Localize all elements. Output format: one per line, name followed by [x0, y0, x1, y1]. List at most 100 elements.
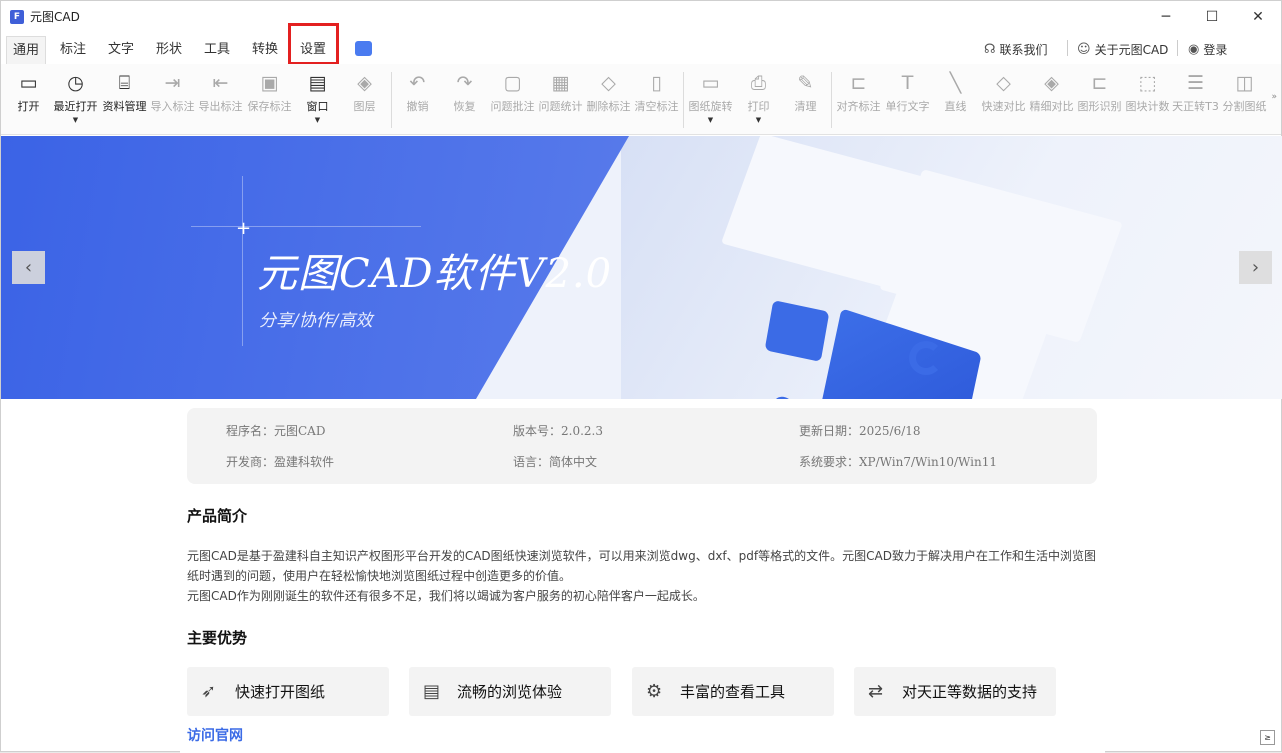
window-title: 元图CAD — [30, 10, 80, 24]
layers-label: 图层 — [353, 100, 376, 113]
rotate-drawing-button[interactable]: ▭ 图纸旋转 ▼ — [687, 68, 734, 132]
version-number: 版本号：2.0.2.3 — [513, 424, 603, 438]
menu-bar: 通用 标注 文字 形状 工具 转换 设置 ☊ 联系我们 ☺ 关于元图CAD ◉ … — [1, 23, 1281, 65]
tab-text[interactable]: 文字 — [101, 36, 141, 64]
line-button[interactable]: ╲ 直线 — [932, 68, 979, 132]
comment-icon: ▢ — [503, 72, 522, 94]
eraser-icon: ◇ — [601, 72, 616, 94]
tangent-convert-label: 天正转T3 — [1172, 100, 1219, 113]
quick-compare-button[interactable]: ◇ 快速对比 — [980, 68, 1027, 132]
quick-compare-label: 快速对比 — [981, 100, 1026, 113]
window-label: 窗口 — [306, 100, 329, 113]
tab-convert[interactable]: 转换 — [245, 36, 285, 64]
library-button[interactable]: ⌸ 资料管理 — [101, 68, 148, 132]
single-line-text-label: 单行文字 — [885, 100, 930, 113]
text-icon: T — [901, 72, 914, 94]
export-annotation-button[interactable]: ⇤ 导出标注 — [197, 68, 244, 132]
undo-button[interactable]: ↶ 撤销 — [394, 68, 441, 132]
issue-comment-button[interactable]: ▢ 问题批注 — [489, 68, 536, 132]
shape-recognition-button[interactable]: ⊏ 图形识别 — [1076, 68, 1123, 132]
clean-label: 清理 — [794, 100, 817, 113]
dropdown-arrow-icon[interactable]: ▼ — [52, 116, 99, 124]
redo-icon: ↷ — [456, 72, 473, 94]
program-name: 程序名：元图CAD — [226, 424, 326, 438]
login-link[interactable]: ◉ 登录 — [1188, 36, 1227, 62]
close-button[interactable]: ✕ — [1235, 1, 1281, 32]
dropdown-arrow-icon[interactable]: ▼ — [687, 116, 734, 124]
feature-card: ▤ 流畅的浏览体验 — [409, 667, 611, 716]
print-button[interactable]: ⎙ 打印 ▼ — [735, 68, 782, 132]
line-label: 直线 — [944, 100, 967, 113]
fine-compare-icon: ◈ — [1044, 72, 1059, 94]
contact-us-link[interactable]: ☊ 联系我们 — [984, 36, 1048, 62]
advantages-heading: 主要优势 — [187, 629, 248, 647]
info-box: 程序名：元图CAD 版本号：2.0.2.3 更新日期：2025/6/18 开发商… — [187, 408, 1097, 484]
headset-icon: ☊ — [984, 41, 996, 57]
feature-label: 快速打开图纸 — [235, 683, 326, 701]
banner-carousel: CAD + 元图CAD软件V2.0 分享/协作/高效 ‹ › — [1, 136, 1282, 399]
clean-button[interactable]: ✎ 清理 — [782, 68, 829, 132]
single-line-text-button[interactable]: T 单行文字 — [884, 68, 931, 132]
tangent-convert-button[interactable]: ☰ 天正转T3 — [1172, 68, 1219, 132]
maximize-button[interactable]: ☐ — [1189, 1, 1235, 32]
console-button[interactable]: ≥ — [1260, 730, 1275, 745]
import-icon: ⇥ — [164, 72, 181, 94]
undo-icon: ↶ — [409, 72, 426, 94]
redo-button[interactable]: ↷ 恢复 — [441, 68, 488, 132]
split-drawing-button[interactable]: ◫ 分割图纸 — [1221, 68, 1268, 132]
banner-prev-button[interactable]: ‹ — [12, 251, 45, 284]
undo-label: 撤销 — [406, 100, 429, 113]
toolbar: ▭ 打开 ◷ 最近打开 ▼ ⌸ 资料管理 ⇥ 导入标注 ⇤ 导出标注 ▣ 保存标… — [1, 64, 1281, 135]
layers-button[interactable]: ◈ 图层 — [341, 68, 388, 132]
redo-label: 恢复 — [453, 100, 476, 113]
align-annotation-button[interactable]: ⊏ 对齐标注 — [835, 68, 882, 132]
banner-next-button[interactable]: › — [1239, 251, 1272, 284]
minimize-button[interactable]: ─ — [1143, 1, 1189, 32]
dropdown-arrow-icon[interactable]: ▼ — [735, 116, 782, 124]
convert-icon: ☰ — [1186, 72, 1205, 94]
user-icon: ◉ — [1188, 41, 1200, 57]
toolbar-more-icon[interactable]: » — [1271, 92, 1277, 102]
save-annotation-button[interactable]: ▣ 保存标注 — [246, 68, 293, 132]
divider — [1177, 40, 1178, 56]
recent-button[interactable]: ◷ 最近打开 ▼ — [52, 68, 99, 132]
document-icon: ▤ — [423, 681, 441, 702]
recent-icon: ◷ — [67, 72, 84, 94]
window-button[interactable]: ▤ 窗口 ▼ — [294, 68, 341, 132]
issue-stats-button[interactable]: ▦ 问题统计 — [537, 68, 584, 132]
shape-recognition-label: 图形识别 — [1077, 100, 1122, 113]
about-link[interactable]: ☺ 关于元图CAD — [1077, 36, 1168, 62]
rotate-label: 图纸旋转 — [688, 100, 733, 113]
feature-label: 丰富的查看工具 — [680, 683, 786, 701]
about-label: 关于元图CAD — [1094, 42, 1169, 57]
block-count-button[interactable]: ⬚ 图块计数 — [1124, 68, 1171, 132]
tab-general[interactable]: 通用 — [6, 36, 46, 64]
settings-tab-highlight — [288, 23, 339, 65]
feature-label: 流畅的浏览体验 — [457, 683, 563, 701]
clear-annotation-label: 清空标注 — [634, 100, 679, 113]
system-requirements: 系统要求：XP/Win7/Win10/Win11 — [799, 455, 997, 469]
line-icon: ╲ — [949, 72, 962, 94]
align-icon: ⊏ — [850, 72, 867, 94]
fine-compare-button[interactable]: ◈ 精细对比 — [1028, 68, 1075, 132]
language: 语言：简体中文 — [513, 455, 598, 469]
tab-shape[interactable]: 形状 — [149, 36, 189, 64]
tools-icon: ⚙ — [646, 681, 663, 702]
align-label: 对齐标注 — [836, 100, 881, 113]
broom-icon: ✎ — [797, 72, 814, 94]
import-annotation-button[interactable]: ⇥ 导入标注 — [149, 68, 196, 132]
dropdown-arrow-icon[interactable]: ▼ — [294, 116, 341, 124]
login-label: 登录 — [1203, 42, 1228, 57]
skin-icon[interactable] — [355, 41, 372, 56]
clear-annotation-button[interactable]: ▯ 清空标注 — [633, 68, 680, 132]
folder-icon: ▭ — [19, 72, 38, 94]
tab-tools[interactable]: 工具 — [197, 36, 237, 64]
open-button[interactable]: ▭ 打开 — [5, 68, 52, 132]
delete-annotation-button[interactable]: ◇ 删除标注 — [585, 68, 632, 132]
ring-illustration-icon — [909, 341, 943, 375]
issue-stats-label: 问题统计 — [538, 100, 583, 113]
recognition-icon: ⊏ — [1091, 72, 1108, 94]
export-label: 导出标注 — [198, 100, 243, 113]
tab-annotate[interactable]: 标注 — [53, 36, 93, 64]
visit-website-link[interactable]: 访问官网 — [187, 725, 243, 745]
